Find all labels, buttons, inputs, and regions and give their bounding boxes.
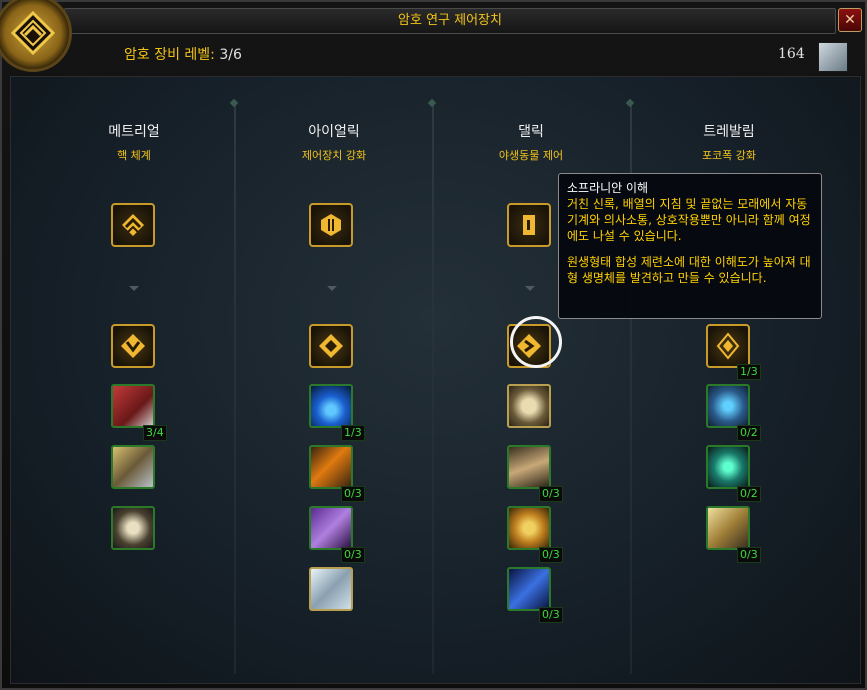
rank-aealic-4: 0/3 — [341, 547, 365, 563]
rank-metrial-2: 3/4 — [143, 425, 167, 441]
half-shield-icon — [523, 215, 535, 235]
column-title-dealic: 댈릭 — [518, 124, 544, 140]
tooltip-title: 소프라니안 이해 — [567, 181, 649, 195]
dealic-core-node[interactable] — [507, 203, 551, 247]
rank-aealic-3: 0/3 — [341, 486, 365, 502]
aealic-talent-1[interactable] — [309, 384, 353, 428]
diamond-icon — [319, 334, 343, 358]
dealic-talent-3[interactable] — [507, 506, 551, 550]
talent-panel — [10, 76, 861, 684]
dealic-talent-1[interactable] — [507, 384, 551, 428]
window-title[interactable]: 암호 연구 제어장치 — [64, 8, 836, 34]
talent-tooltip: 소프라니안 이해 거친 신록, 배열의 지침 및 끝없는 모래에서 자동기계와 … — [558, 173, 822, 319]
metrial-rank-node[interactable] — [111, 324, 155, 368]
rank-dealic-4: 0/3 — [539, 547, 563, 563]
aealic-talent-4[interactable] — [309, 567, 353, 611]
selected-node-highlight — [510, 316, 562, 368]
column-divider — [427, 98, 437, 674]
metrial-talent-2[interactable] — [111, 445, 155, 489]
column-subtitle-trebalim: 포코폭 강화 — [701, 149, 757, 162]
column-subtitle-metrial: 핵 체계 — [117, 149, 151, 162]
connector-arrow — [327, 286, 337, 291]
close-icon: ✕ — [844, 12, 856, 28]
rank-trebalim-3: 0/2 — [737, 486, 761, 502]
aealic-core-node[interactable] — [309, 203, 353, 247]
connector-arrow — [129, 286, 139, 291]
rank-trebalim-4: 0/3 — [737, 547, 761, 563]
metrial-talent-3[interactable] — [111, 506, 155, 550]
rank-aealic-2: 1/3 — [341, 425, 365, 441]
column-title-trebalim: 트레발림 — [703, 124, 755, 140]
trebalim-talent-3[interactable] — [706, 506, 750, 550]
dealic-talent-4[interactable] — [507, 567, 551, 611]
level-value: 3/6 — [219, 47, 242, 63]
column-subtitle-aealic: 제어장치 강화 — [301, 149, 367, 162]
column-title-aealic: 아이얼릭 — [308, 124, 360, 140]
aealic-talent-3[interactable] — [309, 506, 353, 550]
crystal-icon — [716, 332, 740, 360]
rank-dealic-3: 0/3 — [539, 486, 563, 502]
rank-trebalim-1: 1/3 — [737, 364, 761, 380]
column-divider — [229, 98, 239, 674]
dealic-talent-2[interactable] — [507, 445, 551, 489]
close-button[interactable]: ✕ — [838, 8, 862, 32]
trebalim-rank-node[interactable] — [706, 324, 750, 368]
currency-amount: 164 — [778, 46, 805, 62]
trebalim-talent-2[interactable] — [706, 445, 750, 489]
v-emblem-icon — [121, 334, 145, 358]
column-subtitle-dealic: 야생동물 제어 — [498, 149, 564, 162]
chevron-up-icon — [122, 214, 144, 236]
cypher-equipment-level: 암호 장비 레벨: 3/6 — [124, 44, 242, 64]
hexagon-icon — [321, 214, 341, 236]
metrial-core-node[interactable] — [111, 203, 155, 247]
connector-arrow — [525, 286, 535, 291]
aealic-rank-node[interactable] — [309, 324, 353, 368]
rank-trebalim-2: 0/2 — [737, 425, 761, 441]
aealic-talent-2[interactable] — [309, 445, 353, 489]
column-title-metrial: 메트리얼 — [108, 124, 160, 140]
cypher-currency-icon[interactable] — [818, 42, 848, 72]
tooltip-description-2: 원생형태 합성 제련소에 대한 이해도가 높아져 대형 생명체를 발견하고 만들… — [567, 255, 811, 285]
tooltip-description-1: 거친 신록, 배열의 지침 및 끝없는 모래에서 자동기계와 의사소통, 상호작… — [567, 197, 811, 243]
level-label: 암호 장비 레벨: — [124, 47, 220, 63]
metrial-talent-1[interactable] — [111, 384, 155, 428]
trebalim-talent-1[interactable] — [706, 384, 750, 428]
rank-dealic-5: 0/3 — [539, 607, 563, 623]
